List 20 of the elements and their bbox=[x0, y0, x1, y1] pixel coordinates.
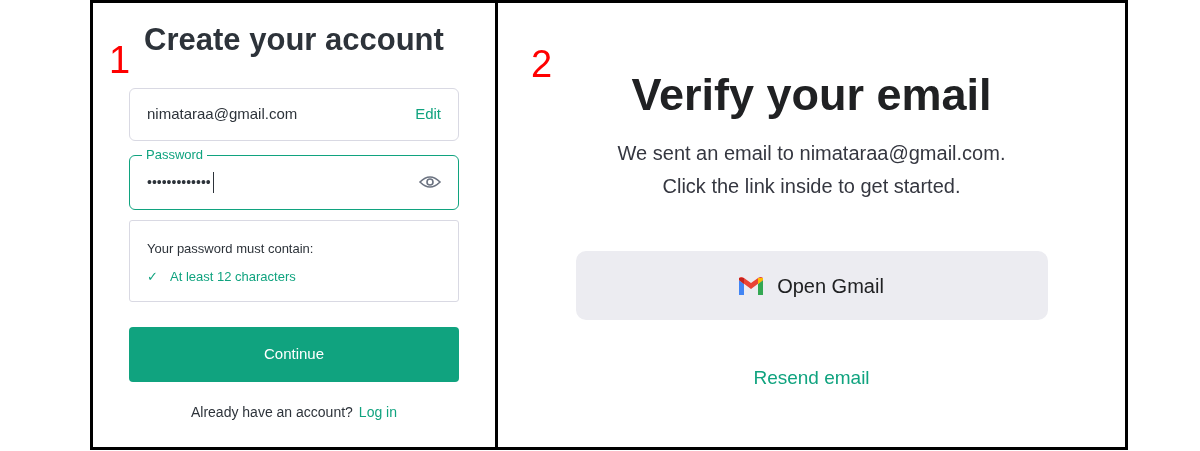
login-link[interactable]: Log in bbox=[358, 401, 397, 423]
requirement-text: At least 12 characters bbox=[170, 268, 296, 287]
step-number: 1 bbox=[109, 41, 131, 79]
continue-button[interactable]: Continue bbox=[129, 326, 459, 382]
email-value: nimataraa@gmail.com bbox=[147, 104, 298, 124]
page-title: Create your account bbox=[144, 21, 444, 59]
password-value: ••••••••••••• bbox=[147, 171, 214, 193]
login-prompt: Already have an account? bbox=[190, 402, 353, 422]
email-field[interactable]: nimataraa@gmail.com Edit bbox=[129, 87, 459, 141]
edit-link[interactable]: Edit bbox=[415, 103, 441, 126]
resend-email-link[interactable]: Resend email bbox=[753, 364, 870, 393]
step-number: 2 bbox=[531, 45, 553, 83]
page-title: Verify your email bbox=[631, 68, 992, 122]
check-mark: ✓ bbox=[147, 268, 158, 287]
requirements-title: Your password must contain: bbox=[147, 239, 315, 258]
open-gmail-button[interactable]: Open Gmail bbox=[575, 251, 1048, 321]
gmail-icon bbox=[739, 276, 764, 295]
eye-icon[interactable] bbox=[419, 175, 441, 190]
message-text: We sent an email to nimataraa@gmail.com. bbox=[617, 141, 1006, 167]
message-text: Click the link inside to get started. bbox=[662, 174, 961, 200]
